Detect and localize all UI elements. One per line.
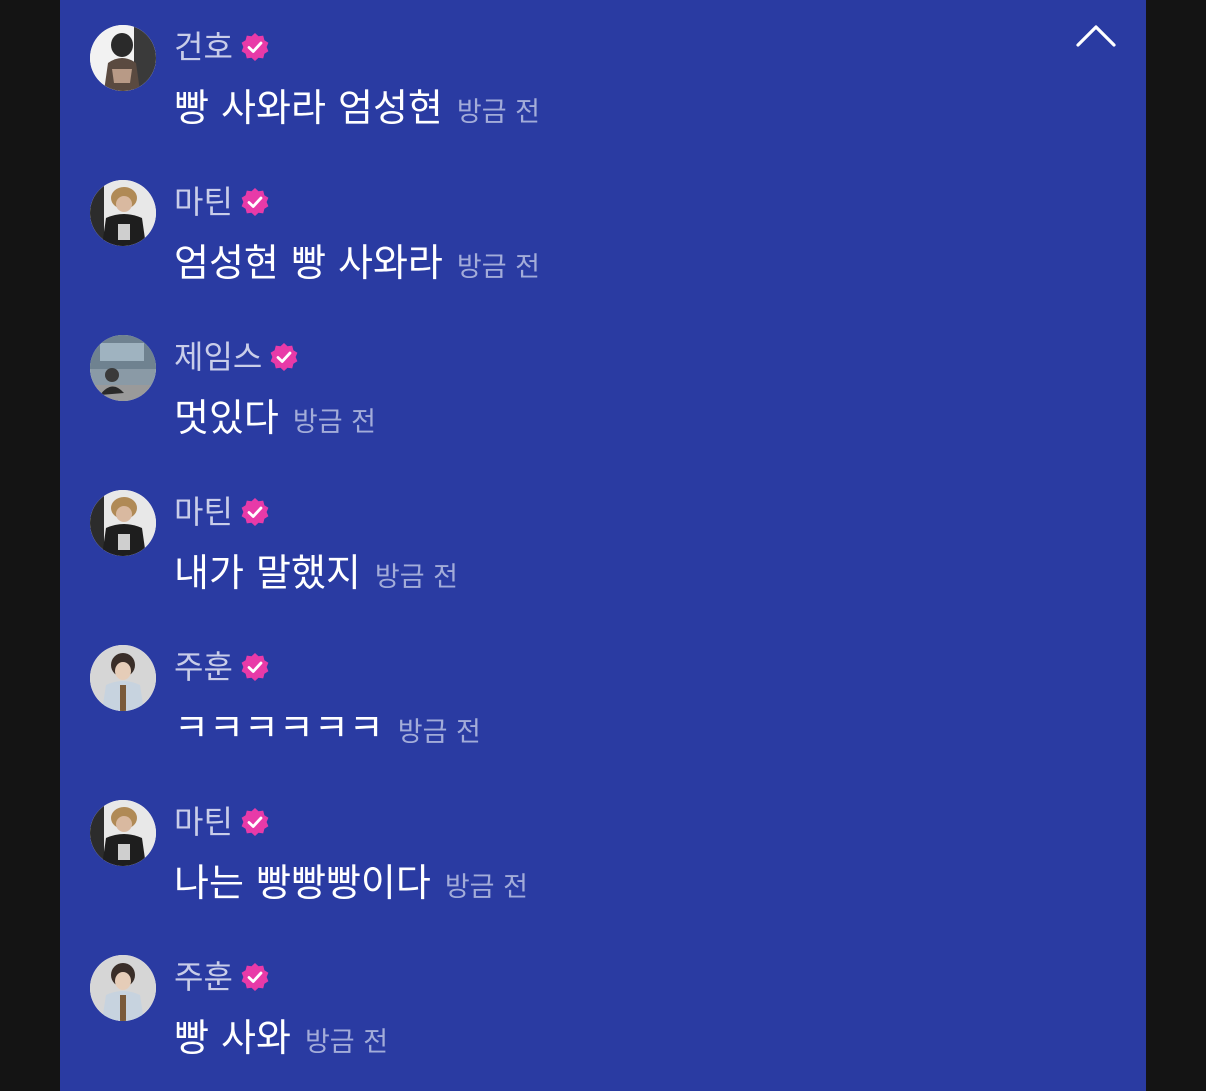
comment-item: 제임스 멋있다 방금 전 [60,310,1146,440]
verified-badge-icon [239,186,271,218]
comment-panel: 건호 빵 사와라 엄성현 방금 전 마틴 엄성현 빵 사와라 방금 전 제임스 … [60,0,1146,1091]
comment-item: 주훈 빵 사와 방금 전 [60,930,1146,1060]
comment-text: ㅋㅋㅋㅋㅋㅋ [174,706,384,750]
comment-item: 마틴 엄성현 빵 사와라 방금 전 [60,155,1146,285]
comment-item: 마틴 내가 말했지 방금 전 [60,465,1146,595]
comment-item: 주훈 ㅋㅋㅋㅋㅋㅋ 방금 전 [60,620,1146,750]
comment-timestamp: 방금 전 [456,97,540,128]
avatar[interactable] [90,800,156,866]
username[interactable]: 마틴 [174,490,233,534]
username[interactable]: 건호 [174,25,233,69]
comment-text: 빵 사와라 엄성현 [174,86,443,130]
comment-timestamp: 방금 전 [456,252,540,283]
comment-text: 멋있다 [174,396,279,440]
comment-item: 건호 빵 사와라 엄성현 방금 전 [60,0,1146,130]
username[interactable]: 제임스 [174,335,262,379]
comment-timestamp: 방금 전 [374,562,458,593]
avatar[interactable] [90,490,156,556]
avatar[interactable] [90,645,156,711]
comment-timestamp: 방금 전 [444,872,528,903]
comment-text: 빵 사와 [174,1016,291,1060]
username[interactable]: 마틴 [174,180,233,224]
comment-timestamp: 방금 전 [304,1027,389,1058]
avatar[interactable] [90,25,156,91]
username[interactable]: 주훈 [174,955,233,999]
avatar[interactable] [90,955,156,1021]
username[interactable]: 마틴 [174,800,233,844]
comment-timestamp: 방금 전 [397,717,481,748]
verified-badge-icon [239,31,271,63]
verified-badge-icon [239,651,271,683]
avatar[interactable] [90,335,156,401]
comment-timestamp: 방금 전 [292,407,376,438]
verified-badge-icon [268,341,300,373]
avatar[interactable] [90,180,156,246]
comment-text: 나는 빵빵빵이다 [174,861,431,905]
verified-badge-icon [239,961,271,993]
verified-badge-icon [239,496,271,528]
comment-text: 내가 말했지 [174,551,361,595]
comment-item: 마틴 나는 빵빵빵이다 방금 전 [60,775,1146,905]
username[interactable]: 주훈 [174,645,233,689]
comment-text: 엄성현 빵 사와라 [174,241,443,285]
verified-badge-icon [239,806,271,838]
